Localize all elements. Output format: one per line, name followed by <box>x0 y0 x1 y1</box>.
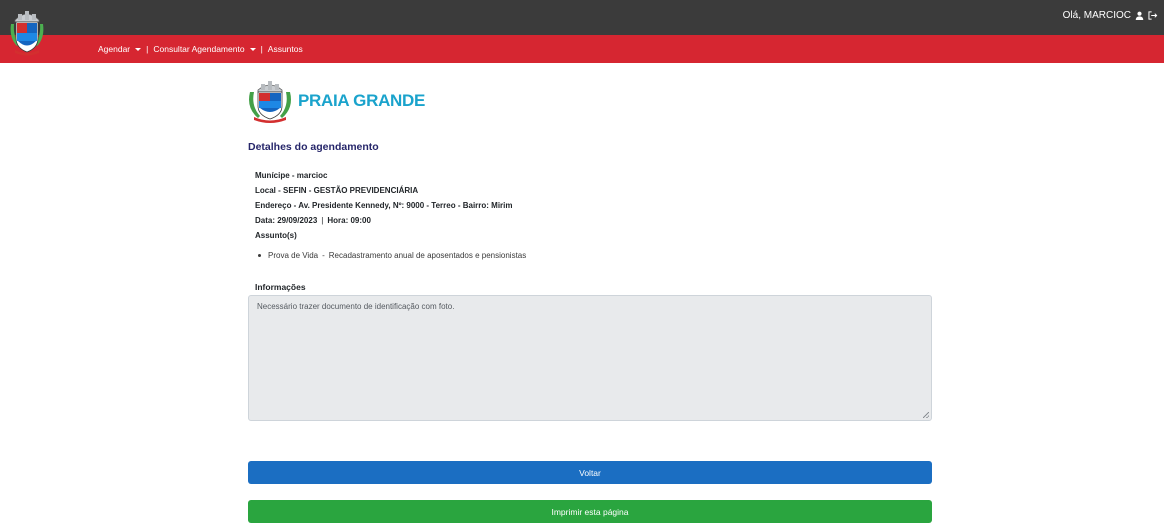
data-value: Data: 29/09/2023 <box>255 216 318 225</box>
details-title: Detalhes do agendamento <box>248 141 379 153</box>
municipe-row: Munícipe - marcioc <box>255 171 328 180</box>
local-row: Local - SEFIN - GESTÃO PREVIDENCIÁRIA <box>255 186 419 195</box>
nav-agendar-label: Agendar <box>98 44 131 54</box>
brand-name: PRAIA GRANDE <box>298 91 426 110</box>
informacoes-textarea[interactable]: Necessário trazer documento de identific… <box>248 295 932 421</box>
voltar-button[interactable]: Voltar <box>248 461 932 484</box>
top-bar <box>0 0 1164 35</box>
caret-down-icon <box>135 47 142 51</box>
informacoes-label: Informações <box>255 282 306 292</box>
nav-agendar[interactable]: Agendar <box>98 44 142 54</box>
hora-value: Hora: 09:00 <box>327 216 371 225</box>
city-crest-logo[interactable] <box>9 6 45 58</box>
greeting-text: Olá, MARCIOC <box>1062 10 1131 21</box>
data-hora-separator: | <box>321 216 324 225</box>
user-icon[interactable] <box>1135 11 1144 20</box>
print-page-button[interactable]: Imprimir esta página <box>248 500 932 523</box>
nav-separator: | <box>146 44 149 54</box>
logout-icon[interactable] <box>1148 11 1158 20</box>
bullet-icon <box>258 254 261 257</box>
nav-consultar-agendamento[interactable]: Consultar Agendamento <box>153 44 256 54</box>
user-area: Olá, MARCIOC <box>1063 10 1158 21</box>
assunto-separator: - <box>322 251 325 260</box>
main-nav: Agendar | Consultar Agendamento | Assunt… <box>98 35 303 63</box>
nav-assuntos[interactable]: Assuntos <box>268 44 303 54</box>
endereco-row: Endereço - Av. Presidente Kennedy, Nº: 9… <box>255 201 513 210</box>
assunto-description: Recadastramento anual de aposentados e p… <box>328 251 527 260</box>
assunto-list-item: Prova de Vida - Recadastramento anual de… <box>258 251 526 260</box>
appointment-details: Munícipe - marcioc Local - SEFIN - GESTÃ… <box>255 168 513 243</box>
praia-grande-crest-logo <box>249 81 291 123</box>
caret-down-icon <box>249 47 256 51</box>
resize-handle-icon[interactable] <box>923 412 929 418</box>
assunto-label: Assunto(s) <box>255 231 297 240</box>
brand-header: PRAIA GRANDE <box>246 78 425 124</box>
assunto-name: Prova de Vida <box>268 251 319 260</box>
nav-assuntos-label: Assuntos <box>267 44 303 54</box>
data-hora-row: Data: 29/09/2023 | Hora: 09:00 <box>255 213 513 228</box>
nav-separator: | <box>260 44 263 54</box>
nav-consultar-label: Consultar Agendamento <box>153 44 245 54</box>
informacoes-text: Necessário trazer documento de identific… <box>257 302 455 311</box>
